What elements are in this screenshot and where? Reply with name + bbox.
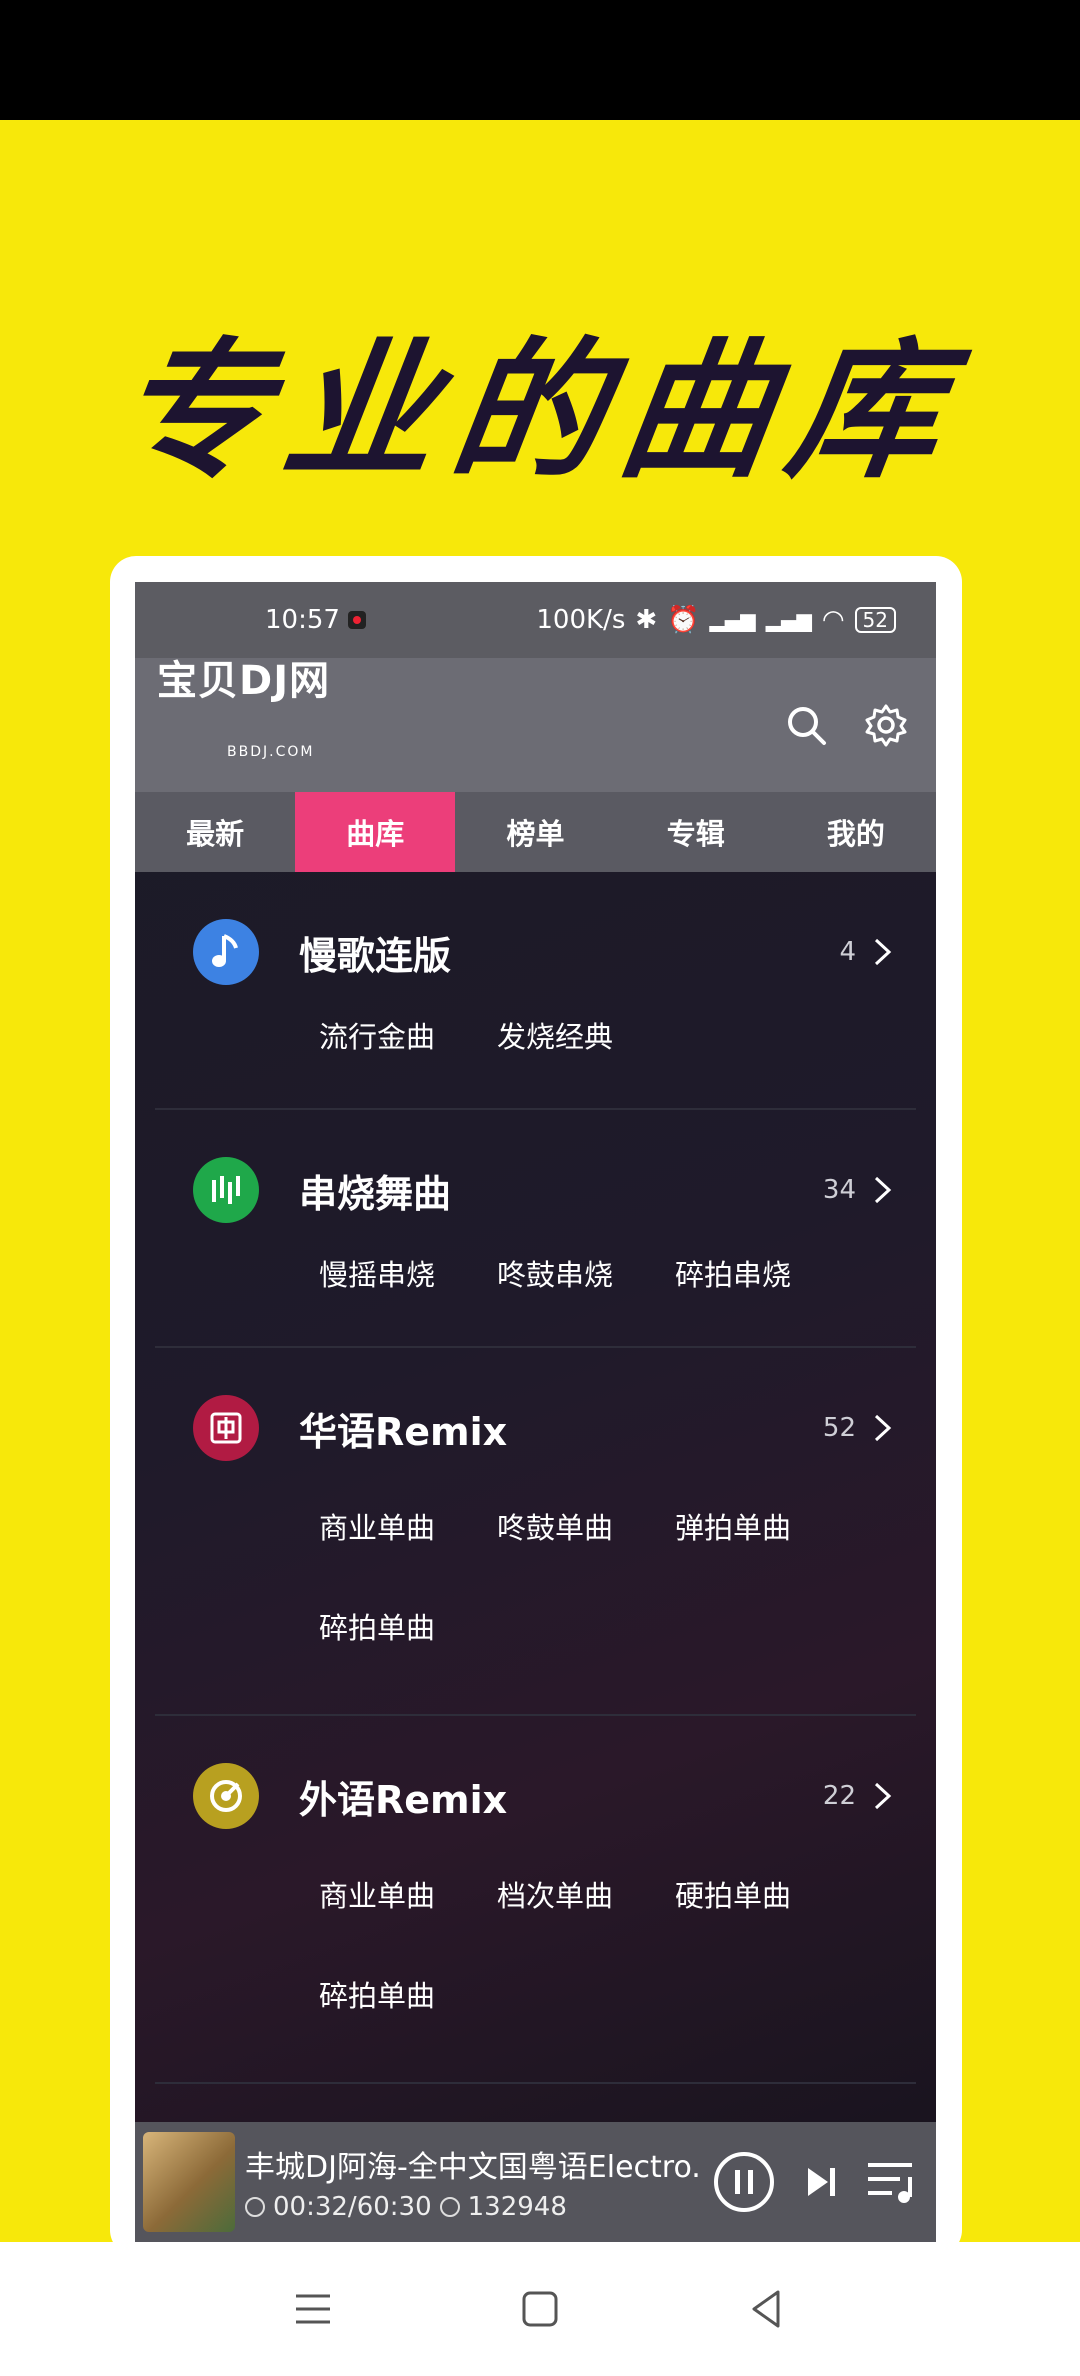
subcategory-link[interactable]: 流行金曲 bbox=[319, 1002, 497, 1072]
subcategory-link[interactable]: 弹拍单曲 bbox=[675, 1478, 853, 1578]
category-item[interactable]: 外语Remix 22 商业单曲 档次单曲 硬拍单曲 碎拍单曲 bbox=[155, 1716, 916, 2084]
album-cover[interactable] bbox=[143, 2132, 235, 2232]
status-right: 100K/s ✱ ⏰ ▂▄▆ ▂▄▆ ◠ 52 bbox=[536, 605, 896, 635]
logo-text: 宝贝DJ网 bbox=[157, 658, 331, 704]
chevron-right-icon[interactable] bbox=[872, 1781, 894, 1811]
signal-icon: ▂▄▆ bbox=[709, 608, 756, 632]
chevron-right-icon[interactable] bbox=[872, 937, 894, 967]
category-title: 串烧舞曲 bbox=[299, 1171, 452, 1216]
home-icon[interactable] bbox=[517, 2286, 563, 2332]
subcategory-link[interactable]: 档次单曲 bbox=[497, 1846, 675, 1946]
wifi-icon: ◠ bbox=[821, 605, 845, 635]
top-black-bar bbox=[0, 0, 1080, 120]
category-list: 慢歌连版 4 流行金曲 发烧经典 串烧舞曲 34 慢摇串烧 咚鼓串烧 碎拍串烧 … bbox=[135, 872, 936, 2084]
bluetooth-icon: ✱ bbox=[635, 605, 658, 635]
signal-icon-2: ▂▄▆ bbox=[765, 608, 812, 632]
tab-bar: 最新 曲库 榜单 专辑 我的 bbox=[135, 792, 936, 872]
subcategory-link[interactable]: 碎拍单曲 bbox=[319, 1578, 497, 1678]
tab-charts[interactable]: 榜单 bbox=[455, 792, 615, 872]
equalizer-icon bbox=[193, 1157, 259, 1223]
subcategory-link[interactable]: 商业单曲 bbox=[319, 1478, 497, 1578]
subcategory-link[interactable]: 慢摇串烧 bbox=[319, 1240, 497, 1310]
system-nav-bar bbox=[0, 2242, 1080, 2376]
clock-icon bbox=[245, 2197, 265, 2217]
playlist-icon[interactable] bbox=[864, 2157, 920, 2207]
status-time: 10:57 bbox=[265, 605, 340, 635]
subcategory-link[interactable]: 硬拍单曲 bbox=[675, 1846, 853, 1946]
next-track-icon[interactable] bbox=[800, 2162, 840, 2202]
pause-icon[interactable] bbox=[712, 2150, 776, 2214]
subcategory-link[interactable]: 碎拍串烧 bbox=[675, 1240, 853, 1310]
phone-screen: 10:57 100K/s ✱ ⏰ ▂▄▆ ▂▄▆ ◠ 52 宝贝DJ网 BBDJ… bbox=[135, 582, 936, 2242]
alarm-icon: ⏰ bbox=[667, 605, 700, 635]
category-item[interactable]: 慢歌连版 4 流行金曲 发烧经典 bbox=[155, 872, 916, 1110]
category-count: 34 bbox=[822, 1175, 856, 1205]
back-icon[interactable] bbox=[744, 2286, 790, 2332]
category-title: 华语Remix bbox=[299, 1409, 508, 1454]
track-time: 00:32/60:30 bbox=[273, 2192, 432, 2222]
category-count: 22 bbox=[822, 1781, 856, 1811]
subcategory-link[interactable]: 发烧经典 bbox=[497, 1002, 675, 1072]
category-item[interactable]: 华语Remix 52 商业单曲 咚鼓单曲 弹拍单曲 碎拍单曲 bbox=[155, 1348, 916, 1716]
subcategory-link[interactable]: 碎拍单曲 bbox=[319, 1946, 497, 2046]
category-count: 4 bbox=[839, 937, 856, 967]
category-item[interactable]: 串烧舞曲 34 慢摇串烧 咚鼓串烧 碎拍串烧 bbox=[155, 1110, 916, 1348]
category-count: 52 bbox=[822, 1413, 856, 1443]
status-time-group: 10:57 bbox=[265, 605, 366, 635]
track-id: 132948 bbox=[467, 2192, 567, 2222]
battery-icon: 52 bbox=[854, 607, 896, 633]
promo-headline: 专业的曲库 bbox=[105, 325, 971, 499]
subcategory-link[interactable]: 商业单曲 bbox=[319, 1846, 497, 1946]
app-header: 宝贝DJ网 BBDJ.COM bbox=[135, 658, 936, 792]
tab-latest[interactable]: 最新 bbox=[135, 792, 295, 872]
subcategory-link[interactable]: 咚鼓串烧 bbox=[497, 1240, 675, 1310]
tab-mine[interactable]: 我的 bbox=[776, 792, 936, 872]
chinese-char-icon bbox=[193, 1395, 259, 1461]
chevron-right-icon[interactable] bbox=[872, 1413, 894, 1443]
search-icon[interactable] bbox=[784, 703, 828, 747]
app-logo[interactable]: 宝贝DJ网 BBDJ.COM bbox=[157, 648, 405, 802]
mini-player[interactable]: 丰城DJ阿海-全中文国粤语Electro. 00:32/60:30 132948 bbox=[135, 2122, 936, 2242]
network-speed: 100K/s bbox=[536, 605, 626, 635]
tab-library[interactable]: 曲库 bbox=[295, 792, 456, 872]
music-note-icon bbox=[193, 919, 259, 985]
status-bar: 10:57 100K/s ✱ ⏰ ▂▄▆ ▂▄▆ ◠ 52 bbox=[135, 582, 936, 658]
logo-subtext: BBDJ.COM bbox=[227, 744, 315, 760]
chevron-right-icon[interactable] bbox=[872, 1175, 894, 1205]
vinyl-icon bbox=[193, 1763, 259, 1829]
recording-icon bbox=[347, 611, 366, 629]
gear-icon[interactable] bbox=[864, 703, 908, 747]
id-icon bbox=[439, 2197, 460, 2217]
category-title: 外语Remix bbox=[299, 1777, 508, 1822]
menu-icon[interactable] bbox=[290, 2286, 336, 2332]
category-title: 慢歌连版 bbox=[299, 933, 452, 978]
subcategory-link[interactable]: 咚鼓单曲 bbox=[497, 1478, 675, 1578]
tab-albums[interactable]: 专辑 bbox=[616, 792, 776, 872]
track-title: 丰城DJ阿海-全中文国粤语Electro. bbox=[245, 2150, 701, 2185]
